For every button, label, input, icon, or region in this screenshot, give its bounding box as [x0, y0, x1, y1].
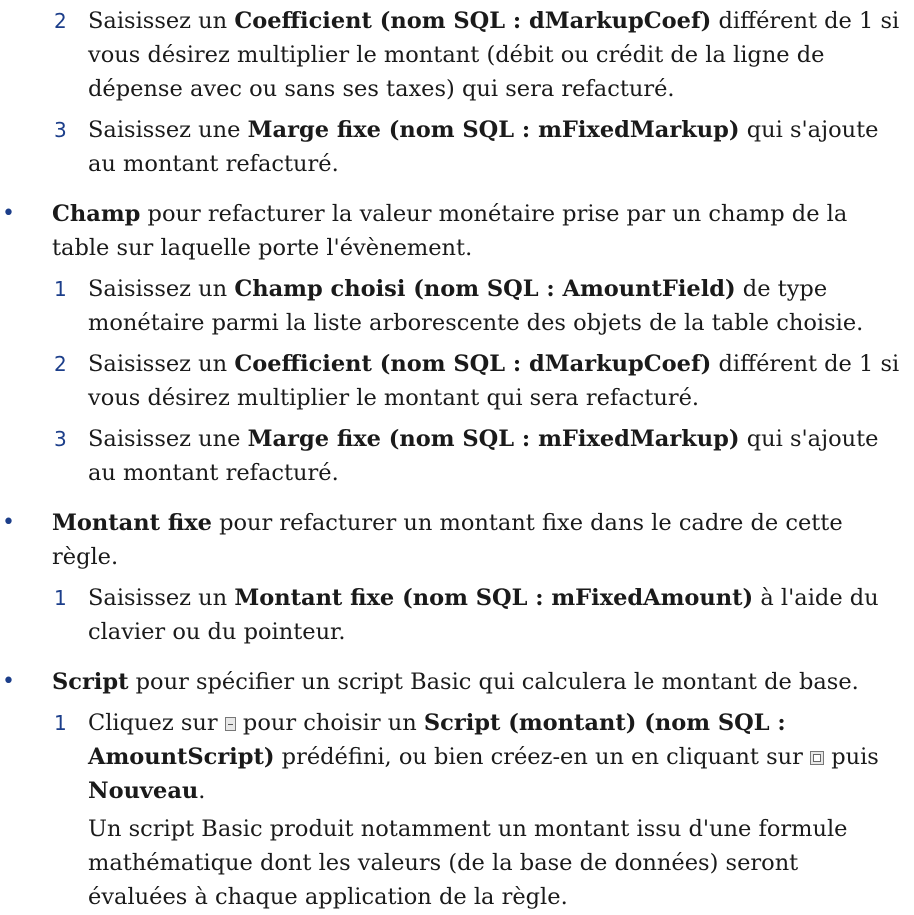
- champ-step-1: 1 Saisissez un Champ choisi (nom SQL : A…: [54, 272, 902, 340]
- step-3-marge-fixe: 3 Saisissez une Marge fixe (nom SQL : mF…: [54, 113, 902, 181]
- champ-step-3: 3 Saisissez une Marge fixe (nom SQL : mF…: [54, 422, 902, 490]
- step-number: 2: [54, 9, 67, 33]
- bullet-champ: • Champ pour refacturer la valeur monéta…: [2, 197, 902, 265]
- step-number: 1: [54, 586, 67, 610]
- script-step-1: 1 Cliquez sur pour choisir un Script (mo…: [54, 706, 902, 808]
- field-name: Coefficient (nom SQL : dMarkupCoef): [234, 351, 712, 377]
- bullet-script: • Script pour spécifier un script Basic …: [2, 665, 902, 699]
- document-page: 2 Saisissez un Coefficient (nom SQL : dM…: [0, 0, 914, 915]
- step-number: 2: [54, 352, 67, 376]
- menu-item-name: Nouveau: [88, 778, 199, 804]
- bullet-marker: •: [2, 201, 15, 226]
- step-number: 3: [54, 118, 67, 142]
- champ-step-2: 2 Saisissez un Coefficient (nom SQL : dM…: [54, 347, 902, 415]
- bullet-montant-fixe: • Montant fixe pour refacturer un montan…: [2, 506, 902, 574]
- dropdown-button-icon: [224, 717, 236, 731]
- bullet-marker: •: [2, 669, 15, 694]
- option-name: Script: [52, 669, 129, 695]
- field-name: Coefficient (nom SQL : dMarkupCoef): [234, 8, 712, 34]
- montant-step-1: 1 Saisissez un Montant fixe (nom SQL : m…: [54, 581, 902, 649]
- field-name: Montant fixe (nom SQL : mFixedAmount): [234, 585, 754, 611]
- field-name: Marge fixe (nom SQL : mFixedMarkup): [247, 117, 740, 143]
- field-name: Marge fixe (nom SQL : mFixedMarkup): [247, 426, 740, 452]
- step-number: 1: [54, 277, 67, 301]
- step-number: 1: [54, 711, 67, 735]
- field-name: Champ choisi (nom SQL : AmountField): [234, 276, 736, 302]
- script-note: Un script Basic produit notamment un mon…: [88, 816, 848, 910]
- bullet-marker: •: [2, 510, 15, 535]
- option-name: Champ: [52, 201, 141, 227]
- step-number: 3: [54, 427, 67, 451]
- step-2-coefficient: 2 Saisissez un Coefficient (nom SQL : dM…: [54, 4, 902, 106]
- option-name: Montant fixe: [52, 510, 212, 536]
- zoom-button-icon: [810, 751, 825, 765]
